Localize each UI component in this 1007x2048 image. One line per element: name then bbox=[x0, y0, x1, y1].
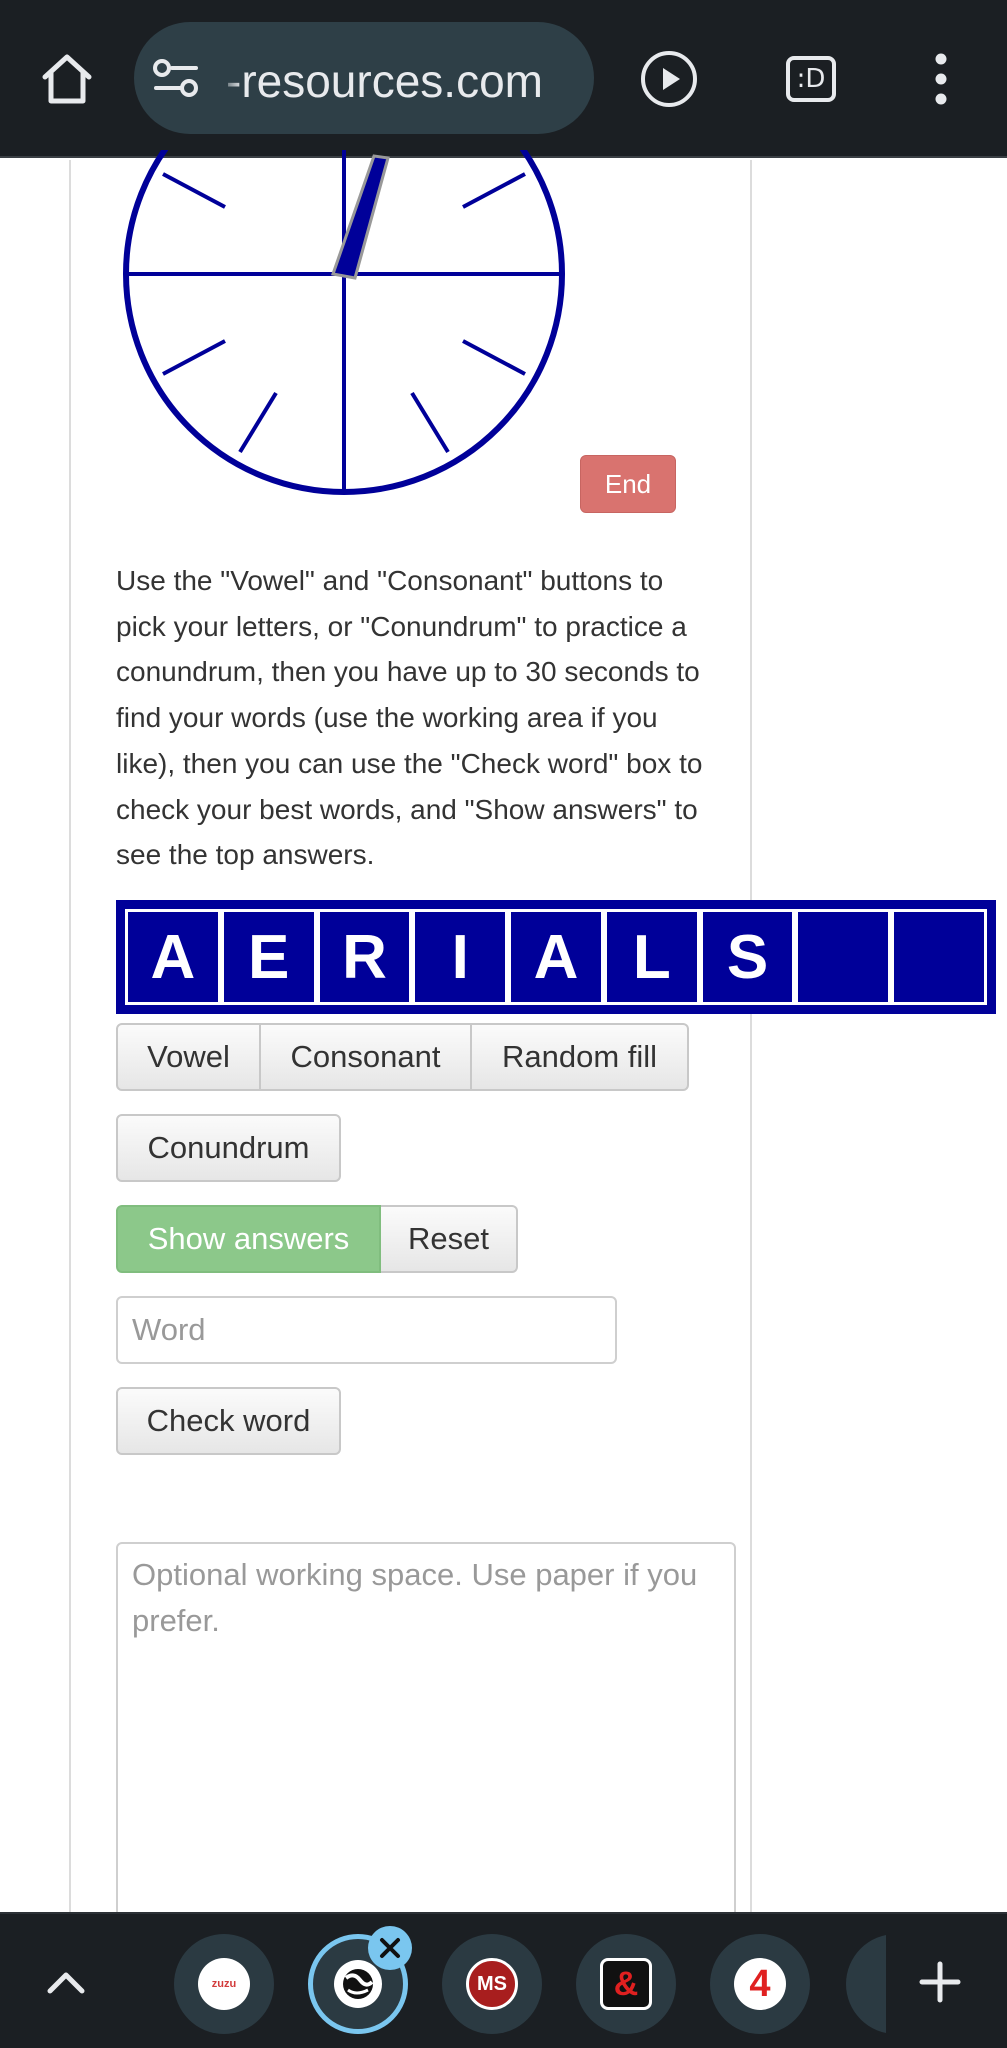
play-icon bbox=[641, 51, 697, 107]
url-fade bbox=[218, 42, 242, 112]
site-settings-icon[interactable] bbox=[152, 56, 200, 100]
letter-tile: I bbox=[412, 909, 509, 1005]
extension-icon: :D bbox=[786, 56, 836, 102]
extension-button[interactable]: :D bbox=[772, 40, 850, 118]
letter-tile bbox=[891, 909, 988, 1005]
home-icon bbox=[42, 54, 92, 104]
url-text[interactable]: -resources.com bbox=[226, 54, 543, 108]
play-button[interactable] bbox=[630, 40, 708, 118]
close-tab-button[interactable] bbox=[368, 1926, 412, 1970]
conundrum-button[interactable]: Conundrum bbox=[116, 1114, 341, 1182]
tab-ms[interactable]: MS bbox=[442, 1934, 542, 2034]
vowel-button[interactable]: Vowel bbox=[116, 1023, 261, 1091]
end-button[interactable]: End bbox=[580, 455, 676, 513]
browser-toolbar: -resources.com :D bbox=[0, 0, 1007, 158]
tab-four[interactable]: 4 bbox=[710, 1934, 810, 2034]
new-tab-button[interactable] bbox=[904, 1950, 976, 2014]
tab-zuzu[interactable]: zuzu bbox=[174, 1934, 274, 2034]
answer-buttons: Show answers Reset bbox=[116, 1205, 518, 1273]
tab-partial[interactable] bbox=[846, 1934, 886, 2034]
check-word-button[interactable]: Check word bbox=[116, 1387, 341, 1455]
show-answers-button[interactable]: Show answers bbox=[116, 1205, 381, 1273]
four-favicon-icon: 4 bbox=[734, 1958, 786, 2010]
random-fill-button[interactable]: Random fill bbox=[472, 1023, 689, 1091]
letter-tile: A bbox=[125, 909, 221, 1005]
timer-clock bbox=[123, 150, 565, 495]
letter-tile: L bbox=[603, 909, 700, 1005]
working-space-textarea[interactable] bbox=[116, 1542, 736, 1922]
letter-pick-buttons: Vowel Consonant Random fill bbox=[116, 1023, 689, 1091]
tab-dnd[interactable]: & bbox=[576, 1934, 676, 2034]
letter-board: A E R I A L S bbox=[116, 900, 996, 1014]
consonant-button[interactable]: Consonant bbox=[261, 1023, 472, 1091]
tab-strip: zuzu MS & 4 bbox=[0, 1912, 1007, 2048]
home-button[interactable] bbox=[28, 40, 106, 118]
expand-tabs-button[interactable] bbox=[30, 1950, 102, 2014]
instructions-text: Use the "Vowel" and "Consonant" buttons … bbox=[116, 565, 703, 871]
letter-tile: R bbox=[316, 909, 413, 1005]
address-bar[interactable]: -resources.com bbox=[134, 22, 594, 134]
reset-button[interactable]: Reset bbox=[381, 1205, 518, 1273]
overflow-menu-button[interactable] bbox=[914, 40, 968, 118]
letter-tile: E bbox=[220, 909, 317, 1005]
close-icon bbox=[380, 1938, 400, 1958]
word-input[interactable] bbox=[116, 1296, 617, 1364]
chevron-up-icon bbox=[47, 1972, 85, 1994]
zuzu-favicon-icon: zuzu bbox=[198, 1958, 250, 2010]
letter-tile: A bbox=[508, 909, 604, 1005]
letter-tile: S bbox=[699, 909, 796, 1005]
ms-favicon-icon: MS bbox=[466, 1958, 518, 2010]
more-vert-icon bbox=[935, 53, 947, 105]
letter-tile bbox=[795, 909, 892, 1005]
plus-icon bbox=[919, 1961, 961, 2003]
dnd-favicon-icon: & bbox=[600, 1958, 652, 2010]
